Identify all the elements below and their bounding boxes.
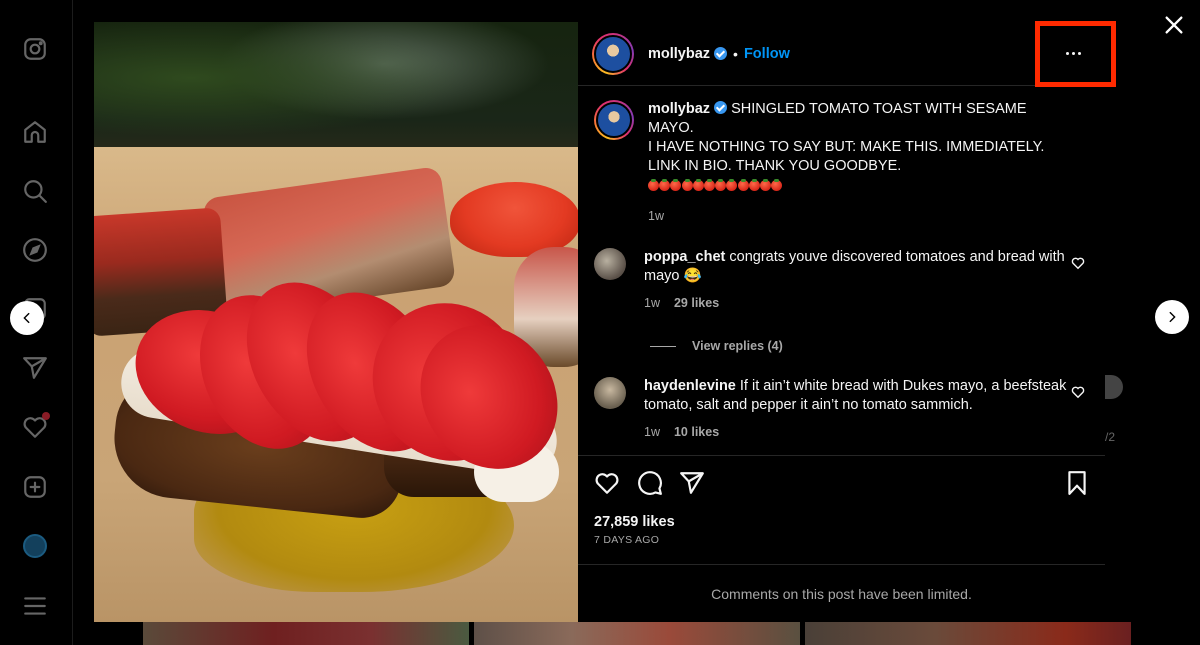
replies-divider-line [650, 345, 676, 347]
tomato-emoji [759, 179, 771, 191]
comment-item: haydenlevine If it ain’t white bread wit… [594, 377, 1089, 442]
save-bookmark-icon[interactable] [1064, 470, 1090, 496]
commenter-avatar[interactable] [594, 377, 626, 409]
comments-list[interactable]: mollybaz SHINGLED TOMATO TOAST WITH SESA… [578, 87, 1105, 455]
next-post-button[interactable] [1155, 300, 1189, 334]
comment-likes[interactable]: 29 likes [674, 296, 719, 310]
comment-time[interactable]: 1w [644, 296, 660, 310]
caption: mollybaz SHINGLED TOMATO TOAST WITH SESA… [594, 100, 1089, 226]
verified-badge-icon [714, 101, 728, 114]
caption-time[interactable]: 1w [648, 207, 1068, 226]
view-replies-label: View replies (4) [692, 339, 783, 353]
explore-compass-icon[interactable] [22, 237, 48, 263]
post-image [94, 22, 578, 622]
tomato-emoji [748, 179, 760, 191]
chevron-left-icon [23, 312, 30, 324]
comment-username[interactable]: poppa_chet [644, 249, 725, 265]
caption-text-line2: I HAVE NOTHING TO SAY BUT: MAKE THIS. IM… [648, 139, 1045, 155]
instagram-logo-icon[interactable] [22, 36, 48, 62]
commenter-avatar[interactable] [594, 248, 626, 280]
caption-text-line3: LINK IN BIO. THANK YOU GOODBYE. [648, 158, 902, 174]
tomato-emoji [715, 179, 727, 191]
messages-send-icon[interactable] [22, 355, 48, 381]
background-carousel-arrow [1105, 375, 1123, 399]
comment-bubble-icon[interactable] [637, 470, 663, 496]
likes-count[interactable]: 27,859 likes [594, 514, 675, 530]
home-icon[interactable] [22, 119, 48, 145]
post-header: mollybaz • Follow [578, 22, 1105, 86]
separator-dot: • [733, 45, 738, 62]
more-options-button[interactable] [1059, 39, 1087, 67]
comment-username[interactable]: haydenlevine [644, 378, 736, 394]
follow-button[interactable]: Follow [744, 46, 790, 62]
feed-thumbnail [805, 622, 1131, 645]
post-details-panel: mollybaz • Follow mollybaz SHINGLED TOMA… [578, 22, 1105, 622]
caption-username[interactable]: mollybaz [648, 101, 710, 117]
ellipsis-icon [1065, 51, 1069, 55]
verified-badge-icon [714, 47, 728, 60]
author-username[interactable]: mollybaz [648, 46, 710, 62]
post-date[interactable]: 7 DAYS AGO [594, 534, 659, 546]
profile-avatar[interactable] [22, 533, 48, 559]
comments-limited-notice: Comments on this post have been limited. [578, 564, 1105, 622]
create-plus-icon[interactable] [22, 474, 48, 500]
close-icon[interactable] [1163, 14, 1185, 36]
notification-badge [42, 412, 50, 420]
tomato-emoji [703, 179, 715, 191]
comment-like-heart-icon[interactable] [1071, 256, 1085, 270]
comment-item: poppa_chet congrats youve discovered tom… [594, 248, 1089, 313]
more-menu-icon[interactable] [22, 593, 48, 619]
comment-time[interactable]: 1w [644, 425, 660, 439]
tomato-emoji-row [648, 178, 1068, 197]
view-replies-button[interactable]: View replies (4) [650, 339, 1089, 353]
post-actions-bar: 27,859 likes 7 DAYS AGO [578, 455, 1105, 563]
search-icon[interactable] [22, 178, 48, 204]
chevron-right-icon [1169, 311, 1176, 323]
like-heart-icon[interactable] [594, 470, 620, 496]
tomato-emoji [692, 179, 704, 191]
tomato-emoji [681, 179, 693, 191]
tomato-emoji [771, 179, 783, 191]
feed-thumbnail [143, 622, 469, 645]
tomato-emoji [726, 179, 738, 191]
previous-post-button[interactable] [10, 301, 44, 335]
background-partial-text: /2 [1105, 430, 1116, 444]
share-send-icon[interactable] [679, 470, 705, 496]
comment-likes[interactable]: 10 likes [674, 425, 719, 439]
tomato-emoji [737, 179, 749, 191]
tomato-emoji [659, 179, 671, 191]
comment-like-heart-icon[interactable] [1071, 385, 1085, 399]
feed-thumbnail [474, 622, 800, 645]
author-avatar[interactable] [592, 32, 634, 75]
tomato-emoji [670, 179, 682, 191]
notifications-heart-icon[interactable] [22, 412, 50, 440]
caption-author-avatar[interactable] [594, 100, 634, 140]
tomato-emoji [648, 179, 659, 191]
